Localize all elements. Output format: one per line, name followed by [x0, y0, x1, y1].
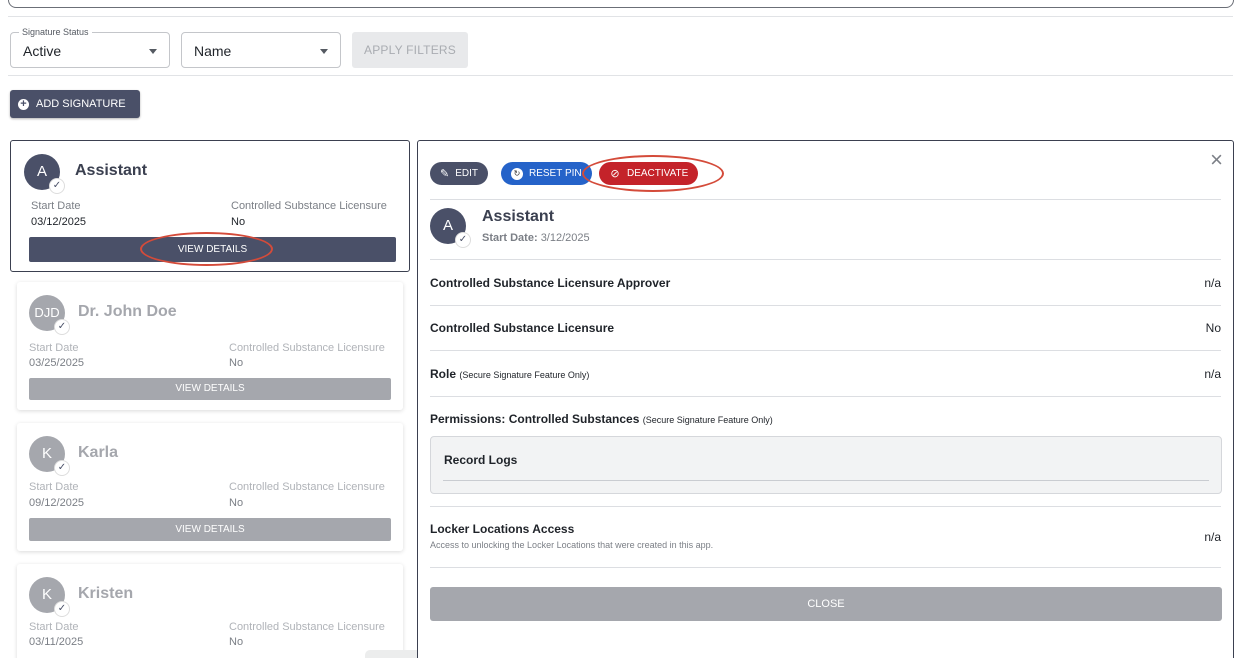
signature-status-value: Active	[23, 43, 62, 59]
signature-check-icon: ✓	[455, 232, 471, 248]
signature-check-icon: ✓	[54, 601, 70, 617]
start-date-label: Start Date	[29, 481, 79, 493]
role-label-text: Role	[430, 367, 457, 381]
permissions-label: Permissions: Controlled Substances (Secu…	[430, 412, 773, 426]
permissions-box: Record Logs	[430, 436, 1222, 494]
start-date-value: 09/12/2025	[29, 497, 85, 509]
start-date-label: Start Date	[29, 621, 79, 633]
eye-slash-icon: ⊘	[610, 167, 620, 180]
start-date-value: 03/12/2025	[31, 216, 87, 228]
deactivate-label: DEACTIVATE	[627, 168, 689, 179]
view-details-button[interactable]: VIEW DETAILS	[29, 237, 396, 262]
licensure-value: No	[1205, 321, 1221, 335]
reset-pin-label: RESET PIN	[529, 168, 582, 179]
avatar-initials: K	[41, 445, 52, 462]
divider	[8, 75, 1233, 76]
cs-licensure-label: Controlled Substance Licensure	[231, 200, 387, 212]
signature-check-icon: ✓	[54, 319, 70, 335]
edit-label: EDIT	[455, 168, 478, 179]
reset-pin-icon: ↻	[511, 167, 523, 180]
locker-value: n/a	[1204, 530, 1221, 544]
card-name: Karla	[78, 444, 119, 461]
close-icon[interactable]: ×	[1210, 147, 1223, 173]
deactivate-button[interactable]: ⊘ DEACTIVATE	[599, 162, 699, 185]
avatar: A ✓	[430, 208, 471, 248]
avatar: DJD ✓	[29, 295, 70, 335]
signature-card-assistant[interactable]: A ✓ Assistant Start Date 03/12/2025 Cont…	[10, 140, 410, 272]
avatar-initials: DJD	[34, 305, 60, 320]
reset-pin-button[interactable]: ↻ RESET PIN	[501, 162, 592, 185]
cs-licensure-label: Controlled Substance Licensure	[229, 621, 385, 633]
cs-licensure-value: No	[229, 357, 244, 369]
divider	[430, 199, 1221, 200]
signature-card-john-doe[interactable]: DJD ✓ Dr. John Doe Start Date 03/25/2025…	[17, 282, 403, 410]
licensure-label: Controlled Substance Licensure	[430, 321, 615, 335]
divider	[430, 259, 1221, 260]
view-details-button[interactable]: VIEW DETAILS	[29, 378, 391, 400]
permissions-label-text: Permissions: Controlled Substances	[430, 412, 640, 426]
cs-licensure-value: No	[231, 216, 246, 228]
divider	[8, 16, 1233, 17]
start-date-label: Start Date:	[482, 232, 538, 244]
cs-licensure-value: No	[229, 497, 244, 509]
role-label: Role (Secure Signature Feature Only)	[430, 367, 589, 381]
avatar-initials: A	[442, 217, 453, 234]
signature-check-icon: ✓	[54, 460, 70, 476]
chevron-down-icon	[320, 49, 328, 54]
sort-value: Name	[194, 43, 232, 59]
plus-circle-icon: +	[18, 98, 29, 110]
divider	[430, 506, 1221, 507]
close-button[interactable]: CLOSE	[430, 587, 1222, 621]
signature-check-icon: ✓	[49, 178, 65, 194]
card-name: Kristen	[78, 585, 134, 602]
avatar-initials: K	[41, 586, 52, 603]
approver-label: Controlled Substance Licensure Approver	[430, 276, 671, 290]
avatar-initials: A	[36, 163, 47, 180]
role-value: n/a	[1204, 367, 1221, 381]
start-date-label: Start Date	[31, 200, 81, 212]
avatar: K ✓	[29, 577, 70, 617]
start-date-value: 03/25/2025	[29, 357, 85, 369]
signature-card-kristen[interactable]: K ✓ Kristen Start Date 03/11/2025 Contro…	[17, 564, 403, 658]
divider	[443, 480, 1209, 481]
cs-licensure-value: No	[229, 636, 244, 648]
top-search-field[interactable]	[8, 0, 1234, 8]
divider	[430, 350, 1221, 351]
card-name: Assistant	[75, 162, 148, 179]
start-date-value: 3/12/2025	[540, 232, 590, 244]
edit-button[interactable]: ✎ EDIT	[430, 162, 488, 185]
start-date-value: 03/11/2025	[29, 636, 84, 648]
card-name: Dr. John Doe	[78, 303, 177, 320]
permission-item: Record Logs	[444, 453, 518, 467]
divider	[430, 396, 1221, 397]
signature-status-legend: Signature Status	[19, 27, 92, 38]
pencil-icon: ✎	[440, 168, 450, 180]
detail-name: Assistant	[482, 208, 555, 225]
add-signature-label: ADD SIGNATURE	[36, 98, 126, 110]
role-note: (Secure Signature Feature Only)	[459, 370, 590, 380]
apply-filters-button[interactable]: APPLY FILTERS	[352, 32, 468, 68]
detail-start-date: Start Date: 3/12/2025	[482, 232, 590, 244]
avatar: A ✓	[24, 154, 65, 194]
avatar: K ✓	[29, 436, 70, 476]
sort-select[interactable]: Name	[181, 32, 341, 68]
signature-card-karla[interactable]: K ✓ Karla Start Date 09/12/2025 Controll…	[17, 423, 403, 551]
locker-desc: Access to unlocking the Locker Locations…	[430, 540, 714, 550]
cs-licensure-label: Controlled Substance Licensure	[229, 481, 385, 493]
divider	[430, 305, 1221, 306]
chevron-down-icon	[149, 49, 157, 54]
locker-label: Locker Locations Access	[430, 522, 575, 536]
divider	[430, 567, 1221, 568]
signature-detail-panel: ✎ EDIT ↻ RESET PIN ⊘ DEACTIVATE × A ✓ As…	[417, 140, 1234, 658]
approver-value: n/a	[1204, 276, 1221, 290]
add-signature-button[interactable]: + ADD SIGNATURE	[10, 90, 140, 118]
permissions-note: (Secure Signature Feature Only)	[642, 415, 773, 425]
cs-licensure-label: Controlled Substance Licensure	[229, 342, 385, 354]
start-date-label: Start Date	[29, 342, 79, 354]
signature-status-select[interactable]: Signature Status Active	[10, 27, 170, 68]
view-details-button[interactable]: VIEW DETAILS	[29, 518, 391, 541]
